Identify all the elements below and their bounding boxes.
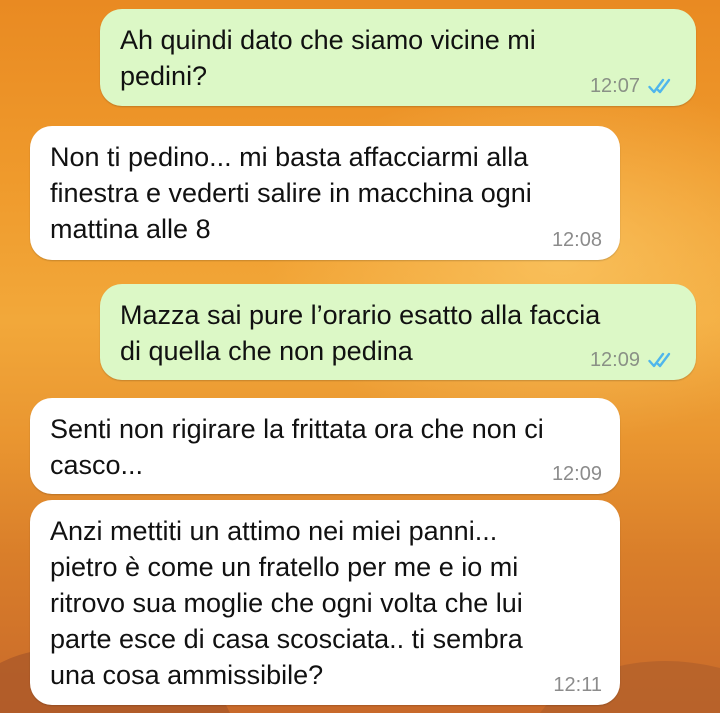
message-text: Ah quindi dato che siamo vicine mi pedin… bbox=[120, 25, 536, 91]
message-meta: 12:09 bbox=[552, 462, 602, 486]
message-text: Senti non rigirare la frittata ora che n… bbox=[50, 414, 544, 480]
message-text: Non ti pedino... mi basta affacciarmi al… bbox=[50, 142, 532, 244]
outgoing-message-bubble[interactable]: Mazza sai pure l’orario esatto alla facc… bbox=[100, 284, 696, 380]
message-meta: 12:09 bbox=[590, 348, 678, 372]
message-time: 12:07 bbox=[589, 75, 640, 97]
double-check-read-icon bbox=[648, 78, 671, 94]
message-time: 12:08 bbox=[551, 229, 602, 251]
incoming-message-bubble[interactable]: Anzi mettiti un attimo nei miei panni...… bbox=[30, 500, 620, 705]
incoming-message-bubble[interactable]: Non ti pedino... mi basta affacciarmi al… bbox=[30, 126, 620, 260]
message-time: 12:11 bbox=[553, 674, 602, 696]
message-time: 12:09 bbox=[551, 463, 602, 485]
outgoing-message-bubble[interactable]: Ah quindi dato che siamo vicine mi pedin… bbox=[100, 9, 696, 106]
message-text: Anzi mettiti un attimo nei miei panni...… bbox=[50, 516, 523, 690]
incoming-message-bubble[interactable]: Senti non rigirare la frittata ora che n… bbox=[30, 398, 620, 494]
double-check-read-icon bbox=[648, 352, 671, 368]
message-text: Mazza sai pure l’orario esatto alla facc… bbox=[120, 300, 601, 366]
message-meta: 12:07 bbox=[590, 74, 678, 98]
message-meta: 12:08 bbox=[552, 228, 602, 252]
message-meta: 12:11 bbox=[553, 673, 602, 697]
message-time: 12:09 bbox=[589, 349, 640, 371]
message-thread: Ah quindi dato che siamo vicine mi pedin… bbox=[0, 0, 720, 713]
